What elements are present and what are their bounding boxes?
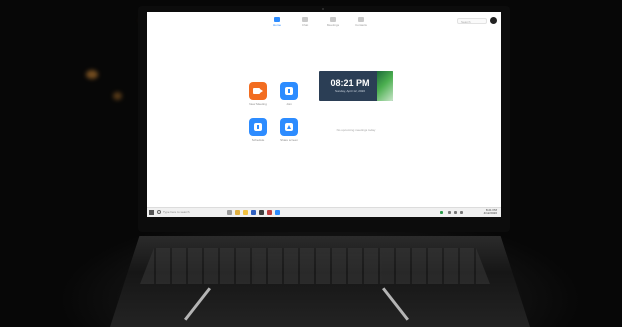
calendar-icon xyxy=(254,123,262,131)
chrome-icon[interactable] xyxy=(235,210,240,215)
tab-contacts[interactable]: Contacts xyxy=(351,17,371,31)
clock-card-artwork xyxy=(377,71,393,101)
laptop-screen: Home Chat Meetings Contacts Search New M… xyxy=(147,12,501,217)
zoom-top-nav: Home Chat Meetings Contacts xyxy=(267,17,387,31)
taskbar-clock[interactable]: 8:21 PM 4/12/2020 xyxy=(484,209,497,215)
join-label: Join xyxy=(286,102,292,106)
store-icon[interactable] xyxy=(251,210,256,215)
schedule-tile[interactable] xyxy=(249,118,267,136)
app-icon[interactable] xyxy=(267,210,272,215)
join-button[interactable]: Join xyxy=(278,82,300,106)
new-meeting-button[interactable]: New Meeting xyxy=(247,82,269,106)
tab-home[interactable]: Home xyxy=(267,17,287,31)
search-input[interactable]: Search xyxy=(457,18,487,24)
mail-icon[interactable] xyxy=(259,210,264,215)
clock-date: Sunday, April 12, 2020 xyxy=(335,89,365,93)
photo-scene: Home Chat Meetings Contacts Search New M… xyxy=(0,0,622,327)
clock-icon xyxy=(330,17,336,22)
windows-start-icon[interactable] xyxy=(149,210,154,215)
tab-meetings[interactable]: Meetings xyxy=(323,17,343,31)
share-screen-button[interactable]: Share screen xyxy=(278,118,300,142)
webcam xyxy=(322,8,324,10)
windows-taskbar: Type here to search 8:21 PM 4/12/2020 xyxy=(147,207,501,217)
share-arrow-icon xyxy=(285,123,293,131)
tab-chat[interactable]: Chat xyxy=(295,17,315,31)
background-light xyxy=(86,70,98,79)
schedule-label: Schedule xyxy=(251,138,265,142)
chat-icon xyxy=(302,17,308,22)
share-screen-tile[interactable] xyxy=(280,118,298,136)
clock-card: 08:21 PM Sunday, April 12, 2020 xyxy=(319,71,393,101)
keyboard xyxy=(140,248,490,284)
clock-time: 08:21 PM xyxy=(330,78,370,88)
share-screen-label: Share screen xyxy=(280,138,298,142)
tab-home-label: Home xyxy=(272,23,281,27)
taskbar-search-input[interactable]: Type here to search xyxy=(163,210,190,215)
task-view-icon[interactable] xyxy=(227,210,232,215)
taskbar-date: 4/12/2020 xyxy=(483,211,497,215)
schedule-button[interactable]: Schedule xyxy=(247,118,269,142)
plus-icon xyxy=(285,87,293,95)
contacts-icon xyxy=(358,17,364,22)
background-light xyxy=(113,92,122,100)
tab-chat-label: Chat xyxy=(301,23,309,27)
keyboard-icon[interactable] xyxy=(460,211,463,214)
join-tile[interactable] xyxy=(280,82,298,100)
no-meetings-text: No upcoming meetings today xyxy=(336,128,376,132)
new-meeting-tile[interactable] xyxy=(249,82,267,100)
tab-contacts-label: Contacts xyxy=(355,23,367,27)
new-meeting-label: New Meeting xyxy=(249,102,267,106)
battery-icon[interactable] xyxy=(440,211,443,214)
avatar[interactable] xyxy=(490,17,497,24)
tab-meetings-label: Meetings xyxy=(326,23,340,27)
volume-icon[interactable] xyxy=(454,211,457,214)
video-camera-icon xyxy=(253,88,263,94)
home-icon xyxy=(274,17,280,22)
network-icon[interactable] xyxy=(448,211,451,214)
folder-icon[interactable] xyxy=(243,210,248,215)
zoom-taskbar-icon[interactable] xyxy=(275,210,280,215)
search-icon[interactable] xyxy=(157,210,161,214)
